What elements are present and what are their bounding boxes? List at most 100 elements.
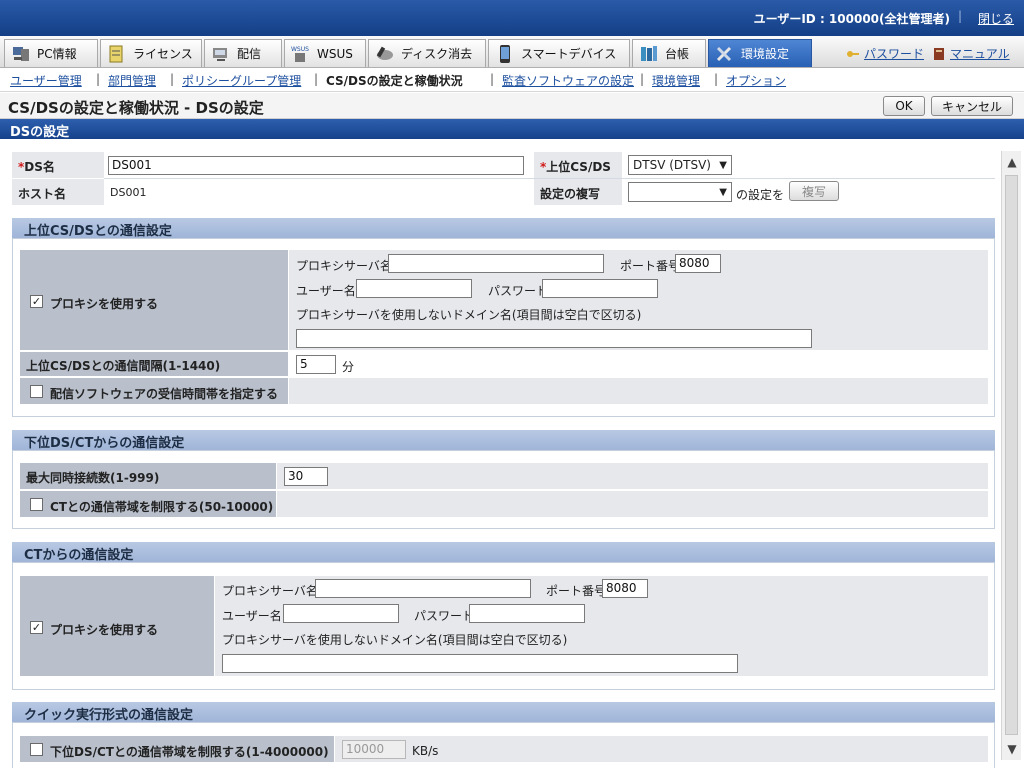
quick-limit-unit: KB/s <box>412 744 439 758</box>
copy-settings-select[interactable]: ▼ <box>628 182 732 202</box>
subnav-department-management[interactable]: 部門管理 <box>108 72 156 89</box>
quick-limit-input[interactable]: 10000 <box>342 740 406 759</box>
upper-user-input[interactable] <box>356 279 472 298</box>
subnav-options[interactable]: オプション <box>726 72 786 89</box>
disk-erase-icon <box>376 46 393 60</box>
copy-button[interactable]: 複写 <box>789 181 839 201</box>
recv-time-checkbox[interactable] <box>30 385 43 398</box>
subnav-cs-ds-settings: CS/DSの設定と稼働状況 <box>326 74 463 88</box>
ct-password-label: パスワード <box>414 609 475 623</box>
smart-device-icon <box>500 44 510 63</box>
tab-distribute[interactable]: 配信 <box>204 39 282 67</box>
user-info: ユーザーID : 100000(全社管理者) <box>753 12 950 26</box>
svg-text:WSUS: WSUS <box>291 46 309 53</box>
host-name-value: DS001 <box>110 186 147 199</box>
subnav-policy-group[interactable]: ポリシーグループ管理 <box>182 72 301 89</box>
ct-port-input[interactable]: 8080 <box>602 579 648 598</box>
ct-bandwidth-label: CTとの通信帯域を制限する(50-10000) <box>50 500 274 514</box>
top-bar: ユーザーID : 100000(全社管理者) | 閉じる <box>0 0 1024 36</box>
max-conn-input[interactable]: 30 <box>284 467 328 486</box>
ct-proxy-server-label: プロキシサーバ名 <box>222 584 318 598</box>
distribute-icon <box>213 47 227 61</box>
tools-icon <box>716 46 732 61</box>
tab-pc-info[interactable]: PC情報 <box>4 39 98 67</box>
ledger-icon <box>641 45 657 61</box>
upper-cs-ds-label: *上位CS/DS <box>540 160 611 174</box>
lower-comm-title: 下位DS/CTからの通信設定 <box>24 436 185 451</box>
copy-settings-label: 設定の複写 <box>540 187 601 201</box>
key-icon <box>847 50 859 57</box>
ct-proxy-server-input[interactable] <box>315 579 531 598</box>
ct-comm-header: CTからの通信設定 <box>12 542 995 563</box>
section-title: DSの設定 <box>10 125 70 140</box>
chevron-down-icon: ▼ <box>719 159 727 171</box>
tab-ledger[interactable]: 台帳 <box>632 39 706 67</box>
tab-settings[interactable]: 環境設定 <box>708 39 812 67</box>
upper-use-proxy-checkbox[interactable]: ✓ <box>30 295 43 308</box>
upper-proxy-server-input[interactable] <box>388 254 604 273</box>
ct-user-label: ユーザー名 <box>222 609 282 623</box>
scroll-down-icon[interactable]: ▼ <box>1002 740 1022 758</box>
ct-use-proxy-label: プロキシを使用する <box>50 623 159 637</box>
chevron-down-icon: ▼ <box>719 186 727 198</box>
quick-comm-header: クイック実行形式の通信設定 <box>12 702 995 723</box>
upper-no-proxy-input[interactable] <box>296 329 812 348</box>
copy-settings-suffix: の設定を <box>736 188 785 202</box>
upper-password-input[interactable] <box>542 279 658 298</box>
scroll-thumb[interactable] <box>1005 175 1018 735</box>
upper-interval-unit: 分 <box>342 360 355 374</box>
subnav-user-management[interactable]: ユーザー管理 <box>10 72 82 89</box>
tab-disk-erase[interactable]: ディスク消去 <box>368 39 486 67</box>
upper-port-label: ポート番号 <box>620 259 681 273</box>
max-conn-label: 最大同時接続数(1-999) <box>26 471 160 485</box>
password-link[interactable]: パスワード <box>846 45 924 62</box>
upper-cs-ds-select[interactable]: DTSV (DTSV) ▼ <box>628 155 732 175</box>
ds-name-label: *DS名 <box>18 160 55 174</box>
upper-user-label: ユーザー名 <box>296 284 356 298</box>
recv-time-label: 配信ソフトウェアの受信時間帯を指定する <box>50 387 279 401</box>
quick-comm-title: クイック実行形式の通信設定 <box>24 708 194 723</box>
ct-no-proxy-label: プロキシサーバを使用しないドメイン名(項目間は空白で区切る) <box>222 633 568 647</box>
settings-form: *DS名 DS001 *上位CS/DS DTSV (DTSV) ▼ ホスト名 DS… <box>0 140 1024 768</box>
tab-smart-device[interactable]: スマートデバイス <box>488 39 630 67</box>
quick-limit-checkbox[interactable] <box>30 743 43 756</box>
host-name-label: ホスト名 <box>18 187 67 201</box>
ct-no-proxy-input[interactable] <box>222 654 738 673</box>
close-link[interactable]: 閉じる <box>978 10 1014 27</box>
subnav-environment[interactable]: 環境管理 <box>652 72 700 89</box>
tab-license[interactable]: ライセンス <box>100 39 202 67</box>
book-icon <box>934 47 944 60</box>
tab-wsus[interactable]: WSUS WSUS <box>284 39 366 67</box>
upper-port-input[interactable]: 8080 <box>675 254 721 273</box>
upper-comm-header: 上位CS/DSとの通信設定 <box>12 218 995 239</box>
ct-password-input[interactable] <box>469 604 585 623</box>
ct-bandwidth-checkbox[interactable] <box>30 498 43 511</box>
main-tab-bar: PC情報 ライセンス 配信 WSUS WSUS ディスク消去 スマートデバイス … <box>0 36 1024 68</box>
upper-interval-label: 上位CS/DSとの通信間隔(1-1440) <box>26 359 221 373</box>
upper-no-proxy-label: プロキシサーバを使用しないドメイン名(項目間は空白で区切る) <box>296 308 642 322</box>
cancel-button[interactable]: キャンセル <box>931 96 1013 116</box>
ct-use-proxy-checkbox[interactable]: ✓ <box>30 621 43 634</box>
vertical-scrollbar[interactable]: ▲ ▼ <box>1001 151 1021 760</box>
page-header: CS/DSの設定と稼働状況 - DSの設定 OK キャンセル <box>0 93 1024 119</box>
page-title: CS/DSの設定と稼働状況 - DSの設定 <box>8 99 264 117</box>
ds-name-input[interactable]: DS001 <box>108 156 524 175</box>
ct-port-label: ポート番号 <box>546 584 607 598</box>
upper-comm-title: 上位CS/DSとの通信設定 <box>24 224 172 239</box>
upper-password-label: パスワード <box>488 284 549 298</box>
lower-comm-header: 下位DS/CTからの通信設定 <box>12 430 995 451</box>
upper-use-proxy-label: プロキシを使用する <box>50 297 159 311</box>
scroll-up-icon[interactable]: ▲ <box>1002 153 1022 171</box>
pc-icon <box>13 46 29 61</box>
topbar-separator: | <box>957 9 962 23</box>
license-icon <box>109 45 123 62</box>
upper-proxy-server-label: プロキシサーバ名 <box>296 259 392 273</box>
quick-limit-label: 下位DS/CTとの通信帯域を制限する(1-4000000) <box>50 745 329 759</box>
ct-user-input[interactable] <box>283 604 399 623</box>
upper-interval-input[interactable]: 5 <box>296 355 336 374</box>
subnav-audit-software[interactable]: 監査ソフトウェアの設定 <box>502 72 634 89</box>
lower-comm-box <box>12 450 995 529</box>
manual-link[interactable]: マニュアル <box>932 45 1010 62</box>
ok-button[interactable]: OK <box>883 96 925 116</box>
sub-nav: ユーザー管理 | 部門管理 | ポリシーグループ管理 | CS/DSの設定と稼働… <box>0 68 1024 92</box>
